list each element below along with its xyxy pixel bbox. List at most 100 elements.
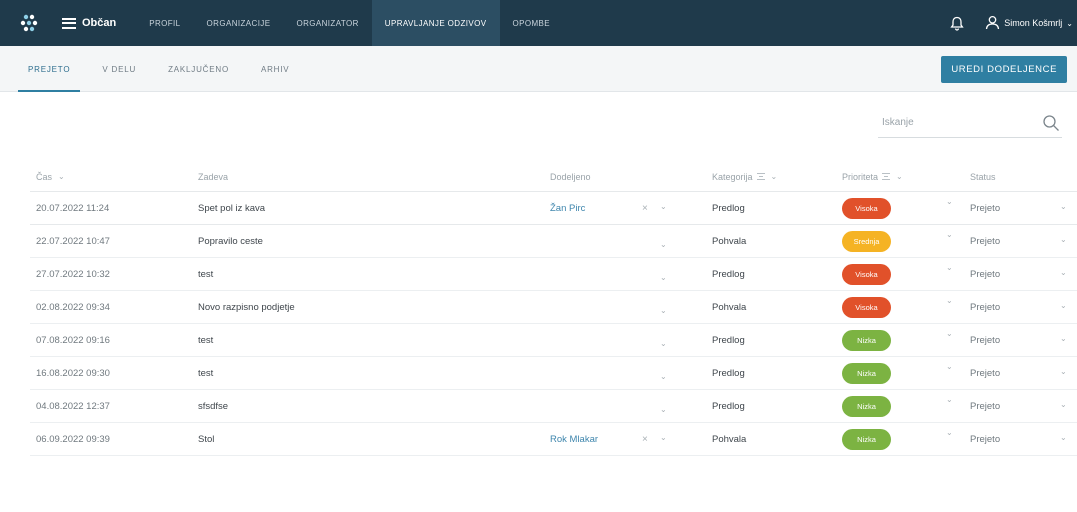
row-subject[interactable]: test: [198, 368, 550, 379]
chevron-down-icon[interactable]: ⌄: [946, 230, 953, 239]
table-row-partial: [30, 456, 1077, 470]
chevron-down-icon[interactable]: ⌄: [946, 263, 953, 272]
tab-prejeto[interactable]: PREJETO: [12, 46, 86, 92]
row-category: Predlog: [712, 367, 745, 379]
edit-assignees-button[interactable]: UREDI DODELJENCE: [941, 56, 1067, 83]
chevron-down-icon[interactable]: ⌄: [1060, 268, 1067, 277]
tab-zakljuceno[interactable]: ZAKLJUČENO: [152, 46, 245, 92]
nav-item-opombe[interactable]: OPOMBE: [500, 0, 564, 46]
filter-icon[interactable]: [882, 173, 891, 180]
assignee-select[interactable]: Rok Mlakar × ⌄: [550, 433, 712, 445]
table-row[interactable]: 27.07.2022 10:32 test ⌄ Predlog Visoka ⌄…: [30, 258, 1077, 291]
chevron-down-icon[interactable]: ⌄: [1060, 334, 1067, 343]
status-select[interactable]: Prejeto ⌄: [970, 202, 1077, 214]
table-header: Čas ⌄ Zadeva Dodeljeno Kategorija ⌄ Priori…: [30, 162, 1077, 192]
row-category: Predlog: [712, 334, 745, 346]
chevron-down-icon[interactable]: ⌄: [946, 362, 953, 371]
status-select[interactable]: Prejeto ⌄: [970, 367, 1077, 379]
user-menu[interactable]: Simon Košmrlj ⌄: [985, 15, 1073, 32]
menu-label: Občan: [82, 17, 117, 29]
priority-badge: Srednja: [842, 230, 891, 252]
status-select[interactable]: Prejeto ⌄: [970, 433, 1077, 445]
row-subject[interactable]: Stol: [198, 434, 550, 445]
tab-arhiv[interactable]: ARHIV: [245, 46, 305, 92]
table-row[interactable]: 02.08.2022 09:34 Novo razpisno podjetje …: [30, 291, 1077, 324]
chevron-down-icon[interactable]: ⌄: [946, 329, 953, 338]
status-tabs-bar: PREJETO V DELU ZAKLJUČENO ARHIV UREDI DO…: [0, 46, 1077, 92]
nav-item-organizacije[interactable]: ORGANIZACIJE: [194, 0, 284, 46]
row-subject[interactable]: test: [198, 269, 550, 280]
row-subject[interactable]: test: [198, 335, 550, 346]
chevron-down-icon[interactable]: ⌄: [946, 197, 953, 206]
search-input[interactable]: [878, 117, 1028, 128]
priority-select[interactable]: Nizka ⌄: [842, 362, 970, 384]
priority-badge: Visoka: [842, 296, 891, 318]
priority-select[interactable]: Nizka ⌄: [842, 395, 970, 417]
assignee-name: Rok Mlakar: [550, 433, 599, 445]
priority-select[interactable]: Nizka ⌄: [842, 428, 970, 450]
table-row[interactable]: 22.07.2022 10:47 Popravilo ceste ⌄ Pohva…: [30, 225, 1077, 258]
status-select[interactable]: Prejeto ⌄: [970, 268, 1077, 280]
row-category: Predlog: [712, 268, 745, 280]
status-value: Prejeto: [970, 334, 1001, 346]
chevron-down-icon[interactable]: ⌄: [1060, 367, 1067, 376]
chevron-down-icon[interactable]: ⌄: [1060, 235, 1067, 244]
nav-item-upravljanje-odzivov[interactable]: UPRAVLJANJE ODZIVOV: [371, 0, 500, 46]
priority-select[interactable]: Srednja ⌄: [842, 230, 970, 252]
chevron-down-icon[interactable]: ⌄: [1060, 400, 1067, 409]
priority-select[interactable]: Nizka ⌄: [842, 329, 970, 351]
row-subject[interactable]: sfsdfse: [198, 401, 550, 412]
priority-select[interactable]: Visoka ⌄: [842, 296, 970, 318]
search-icon[interactable]: [1042, 114, 1060, 132]
user-icon: [985, 15, 1000, 32]
priority-select[interactable]: Visoka ⌄: [842, 197, 970, 219]
chevron-down-icon[interactable]: ⌄: [660, 202, 667, 211]
sort-chevron-icon: ⌄: [58, 172, 65, 181]
nav-item-organizator[interactable]: ORGANIZATOR: [283, 0, 371, 46]
column-header-kategorija[interactable]: Kategorija ⌄: [712, 172, 842, 182]
row-subject[interactable]: Novo razpisno podjetje: [198, 302, 550, 313]
column-header-prioriteta[interactable]: Prioriteta ⌄: [842, 172, 970, 182]
chevron-down-icon[interactable]: ⌄: [1060, 433, 1067, 442]
chevron-down-icon: ⌄: [1066, 18, 1073, 28]
chevron-down-icon[interactable]: ⌄: [660, 339, 667, 348]
main-menu-button[interactable]: Občan: [62, 17, 116, 29]
status-value: Prejeto: [970, 301, 1001, 313]
status-select[interactable]: Prejeto ⌄: [970, 301, 1077, 313]
assignee-select[interactable]: Žan Pirc × ⌄: [550, 202, 712, 214]
chevron-down-icon[interactable]: ⌄: [660, 405, 667, 414]
priority-badge: Nizka: [842, 362, 891, 384]
status-select[interactable]: Prejeto ⌄: [970, 235, 1077, 247]
status-select[interactable]: Prejeto ⌄: [970, 334, 1077, 346]
table-row[interactable]: 07.08.2022 09:16 test ⌄ Predlog Nizka ⌄ …: [30, 324, 1077, 357]
nav-item-profil[interactable]: PROFIL: [136, 0, 193, 46]
chevron-down-icon[interactable]: ⌄: [660, 306, 667, 315]
chevron-down-icon[interactable]: ⌄: [660, 433, 667, 442]
chevron-down-icon[interactable]: ⌄: [660, 273, 667, 282]
chevron-down-icon[interactable]: ⌄: [946, 296, 953, 305]
chevron-down-icon[interactable]: ⌄: [660, 240, 667, 249]
app-logo-icon[interactable]: [14, 8, 44, 38]
row-category: Predlog: [712, 400, 745, 412]
table-row[interactable]: 04.08.2022 12:37 sfsdfse ⌄ Predlog Nizka…: [30, 390, 1077, 423]
status-select[interactable]: Prejeto ⌄: [970, 400, 1077, 412]
clear-icon[interactable]: ×: [642, 434, 648, 445]
chevron-down-icon[interactable]: ⌄: [1060, 301, 1067, 310]
bell-icon[interactable]: [943, 9, 971, 37]
chevron-down-icon[interactable]: ⌄: [1060, 202, 1067, 211]
column-header-cas[interactable]: Čas ⌄: [30, 172, 198, 182]
row-subject[interactable]: Popravilo ceste: [198, 236, 550, 247]
tab-v-delu[interactable]: V DELU: [86, 46, 152, 92]
row-subject[interactable]: Spet pol iz kava: [198, 203, 550, 214]
chevron-down-icon[interactable]: ⌄: [946, 428, 953, 437]
priority-select[interactable]: Visoka ⌄: [842, 263, 970, 285]
column-header-zadeva: Zadeva: [198, 171, 229, 182]
topbar-right: Simon Košmrlj ⌄: [943, 0, 1077, 46]
table-row[interactable]: 20.07.2022 11:24 Spet pol iz kava Žan Pi…: [30, 192, 1077, 225]
table-row[interactable]: 16.08.2022 09:30 test ⌄ Predlog Nizka ⌄ …: [30, 357, 1077, 390]
table-row[interactable]: 06.09.2022 09:39 Stol Rok Mlakar × ⌄ Poh…: [30, 423, 1077, 456]
chevron-down-icon[interactable]: ⌄: [660, 372, 667, 381]
chevron-down-icon[interactable]: ⌄: [946, 395, 953, 404]
clear-icon[interactable]: ×: [642, 203, 648, 214]
filter-icon[interactable]: [756, 173, 765, 180]
